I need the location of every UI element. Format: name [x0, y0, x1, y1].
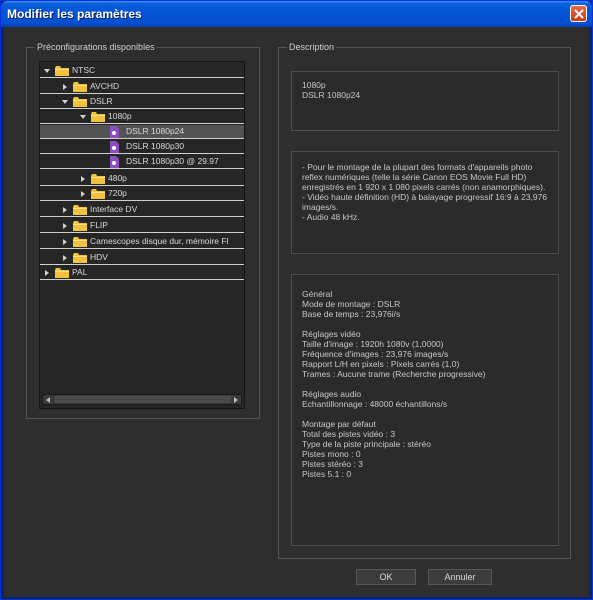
tree-preset-item[interactable]: DSLR 1080p30 @ 29.97 [40, 155, 244, 169]
tree-folder-item[interactable]: PAL [40, 266, 244, 280]
tree-folder-item[interactable]: NTSC [40, 64, 244, 78]
tree-preset-item[interactable]: DSLR 1080p24 [40, 125, 244, 139]
dialog-content: Préconfigurations disponibles NTSC AVCHD D… [4, 27, 589, 597]
tree-item-label: 480p [108, 173, 127, 183]
general-heading: Général [302, 289, 333, 299]
collapse-right-icon[interactable] [80, 176, 86, 182]
tree-folder-item[interactable]: HDV [40, 251, 244, 265]
preset-settings-box: Général Mode de montage : DSLR Base de t… [291, 274, 559, 546]
folder-icon [73, 97, 87, 107]
preset-details: - Pour le montage de la plupart des form… [302, 162, 548, 222]
tree-folder-item[interactable]: 480p [40, 172, 244, 186]
general-lines: Mode de montage : DSLR Base de temps : 2… [302, 299, 401, 319]
tree-item-label: 1080p [108, 111, 132, 121]
preset-details-box: - Pour le montage de la plupart des form… [291, 151, 559, 254]
tracks-lines: Total des pistes vidéo : 3 Type de la pi… [302, 429, 431, 479]
collapse-right-icon[interactable] [80, 191, 86, 197]
tracks-section: Montage par défaut Total des pistes vidé… [302, 419, 548, 479]
preset-file-icon [110, 126, 119, 138]
collapse-right-icon[interactable] [62, 223, 68, 229]
tree-preset-item[interactable]: DSLR 1080p30 [40, 140, 244, 154]
folder-icon [91, 174, 105, 184]
folder-icon [55, 268, 69, 278]
close-button[interactable] [570, 5, 587, 22]
cancel-button[interactable]: Annuler [428, 569, 492, 585]
settings-dialog: Modifier les paramètres Préconfiguration… [0, 0, 593, 600]
audio-heading: Réglages audio [302, 389, 362, 399]
close-icon [574, 9, 584, 19]
general-section: Général Mode de montage : DSLR Base de t… [302, 289, 548, 319]
tree-item-label: 720p [108, 188, 127, 198]
tree-item-label: AVCHD [90, 81, 120, 91]
tree-item-label: Interface DV [90, 204, 138, 214]
folder-icon [73, 205, 87, 215]
tree-item-label: HDV [90, 252, 108, 262]
collapse-right-icon[interactable] [62, 207, 68, 213]
tree-folder-item[interactable]: 720p [40, 187, 244, 201]
horizontal-scrollbar[interactable] [42, 394, 242, 405]
tracks-heading: Montage par défaut [302, 419, 376, 429]
tree-folder-item[interactable]: 1080p [40, 110, 244, 124]
scroll-left-icon[interactable] [45, 397, 51, 403]
presets-tree[interactable]: NTSC AVCHD DSLR 1080p DSLR 1080p24 DSLR 1080p… [39, 61, 245, 409]
expand-down-icon[interactable] [62, 99, 68, 105]
folder-icon [73, 82, 87, 92]
window-title: Modifier les paramètres [7, 7, 142, 21]
collapse-right-icon[interactable] [44, 270, 50, 276]
ok-button[interactable]: OK [356, 569, 416, 585]
audio-lines: Echantillonnage : 48000 échantillons/s [302, 399, 448, 409]
preset-summary-box: 1080p DSLR 1080p24 [291, 71, 559, 131]
folder-icon [55, 66, 69, 76]
preset-file-icon [110, 156, 119, 168]
preset-summary: 1080p DSLR 1080p24 [302, 80, 361, 100]
tree-folder-item[interactable]: Camescopes disque dur, mémoire Fl [40, 235, 244, 249]
folder-icon [73, 237, 87, 247]
expand-down-icon[interactable] [44, 68, 50, 74]
expand-down-icon[interactable] [80, 114, 86, 120]
tree-item-label: DSLR 1080p30 @ 29.97 [126, 156, 219, 166]
folder-icon [91, 189, 105, 199]
folder-icon [73, 221, 87, 231]
collapse-right-icon[interactable] [62, 239, 68, 245]
tree-item-label: PAL [72, 267, 88, 277]
tree-folder-item[interactable]: FLIP [40, 219, 244, 233]
title-bar[interactable]: Modifier les paramètres [1, 1, 592, 27]
video-heading: Réglages vidéo [302, 329, 361, 339]
collapse-right-icon[interactable] [62, 84, 68, 90]
tree-folder-item[interactable]: Interface DV [40, 203, 244, 217]
video-lines: Taille d'image : 1920h 1080v (1,0000) Fr… [302, 339, 486, 379]
preset-file-icon [110, 141, 119, 153]
tree-folder-item[interactable]: AVCHD [40, 80, 244, 94]
tree-item-label: DSLR 1080p30 [126, 141, 185, 151]
tree-folder-item[interactable]: DSLR [40, 95, 244, 109]
scrollbar-thumb[interactable] [55, 396, 231, 403]
audio-section: Réglages audio Echantillonnage : 48000 é… [302, 389, 548, 409]
presets-group: Préconfigurations disponibles NTSC AVCHD D… [26, 42, 260, 419]
description-group: Description 1080p DSLR 1080p24 - Pour le… [278, 42, 571, 559]
video-section: Réglages vidéo Taille d'image : 1920h 10… [302, 329, 548, 379]
tree-item-label: DSLR [90, 96, 113, 106]
scroll-right-icon[interactable] [233, 397, 239, 403]
description-group-title: Description [287, 42, 337, 52]
presets-group-title: Préconfigurations disponibles [35, 42, 157, 52]
tree-item-label: Camescopes disque dur, mémoire Fl [90, 236, 229, 246]
tree-item-label: FLIP [90, 220, 108, 230]
folder-icon [73, 253, 87, 263]
tree-item-label: DSLR 1080p24 [126, 126, 185, 136]
tree-item-label: NTSC [72, 65, 96, 75]
folder-icon [91, 112, 105, 122]
collapse-right-icon[interactable] [62, 255, 68, 261]
